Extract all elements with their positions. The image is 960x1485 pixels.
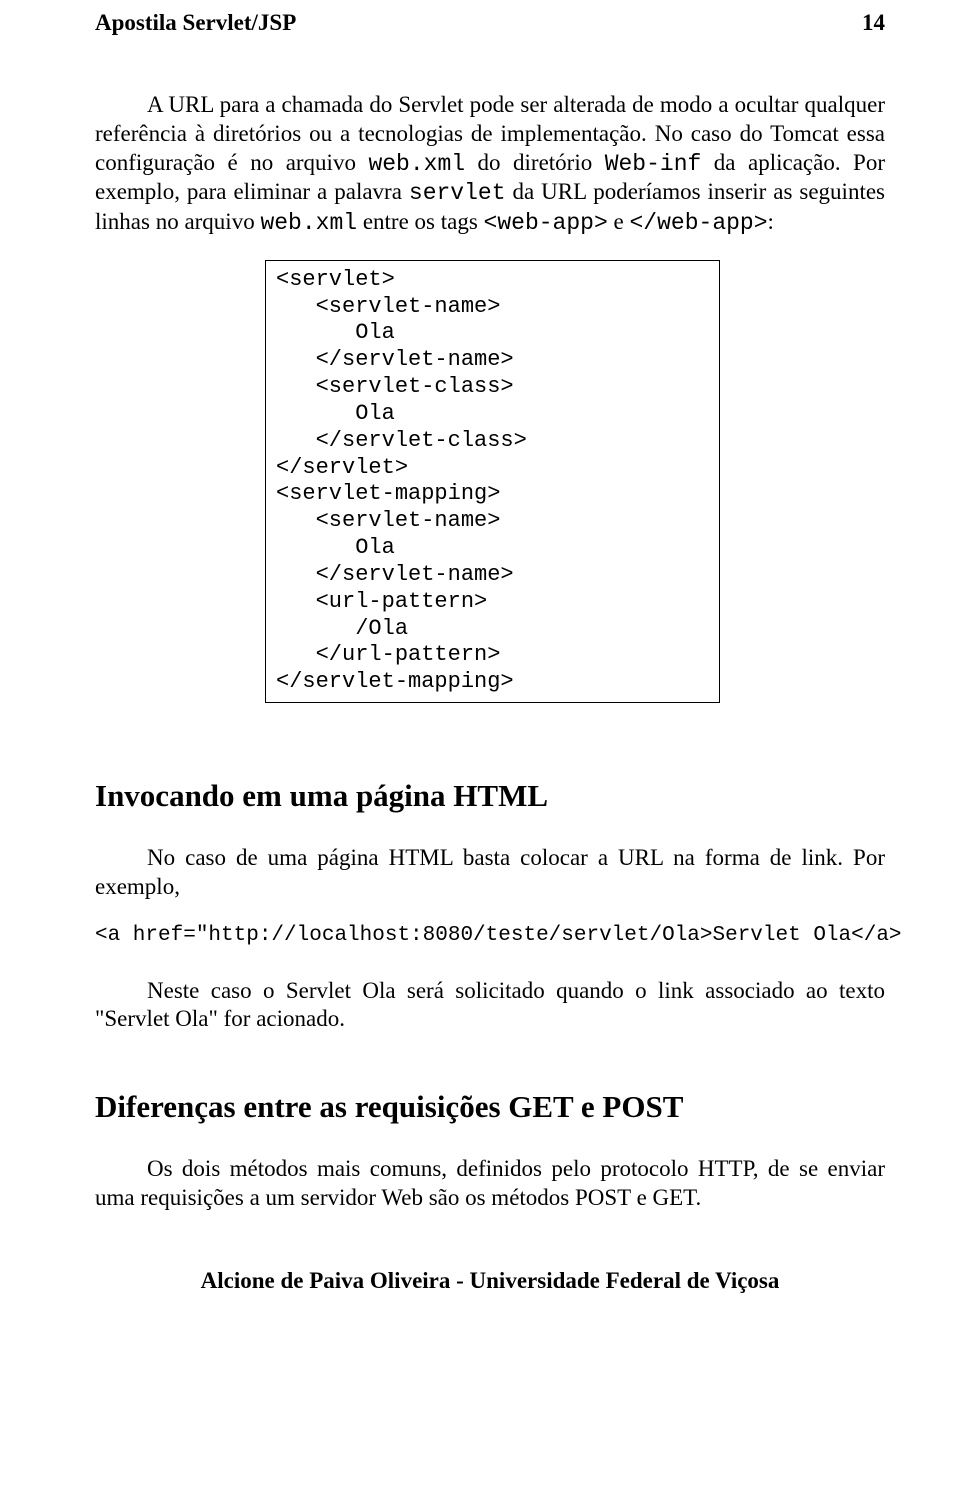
- page-footer: Alcione de Paiva Oliveira - Universidade…: [95, 1268, 885, 1294]
- text: e: [608, 209, 630, 234]
- paragraph-2: No caso de uma página HTML basta colocar…: [95, 844, 885, 902]
- paragraph-4: Os dois métodos mais comuns, definidos p…: [95, 1155, 885, 1213]
- inline-code: web.xml: [368, 151, 465, 177]
- inline-code: servlet: [409, 180, 506, 206]
- section-heading-1: Invocando em uma página HTML: [95, 778, 885, 814]
- code-block-servlet: <servlet> <servlet-name> Ola </servlet-n…: [265, 260, 720, 703]
- paragraph-3: Neste caso o Servlet Ola será solicitado…: [95, 977, 885, 1035]
- page-content: Apostila Servlet/JSP 14 A URL para a cha…: [0, 0, 960, 1324]
- inline-code: Web-inf: [605, 151, 702, 177]
- section-heading-2: Diferenças entre as requisições GET e PO…: [95, 1089, 885, 1125]
- code-line-anchor: <a href="http://localhost:8080/teste/ser…: [95, 924, 885, 947]
- text: :: [768, 209, 774, 234]
- inline-code: <web-app>: [484, 210, 608, 236]
- text: do diretório: [465, 150, 605, 175]
- page-header: Apostila Servlet/JSP 14: [95, 10, 885, 36]
- inline-code: web.xml: [260, 210, 357, 236]
- text: entre os tags: [357, 209, 483, 234]
- inline-code: </web-app>: [630, 210, 768, 236]
- header-title: Apostila Servlet/JSP: [95, 10, 296, 36]
- page-number: 14: [862, 10, 885, 36]
- paragraph-1: A URL para a chamada do Servlet pode ser…: [95, 91, 885, 238]
